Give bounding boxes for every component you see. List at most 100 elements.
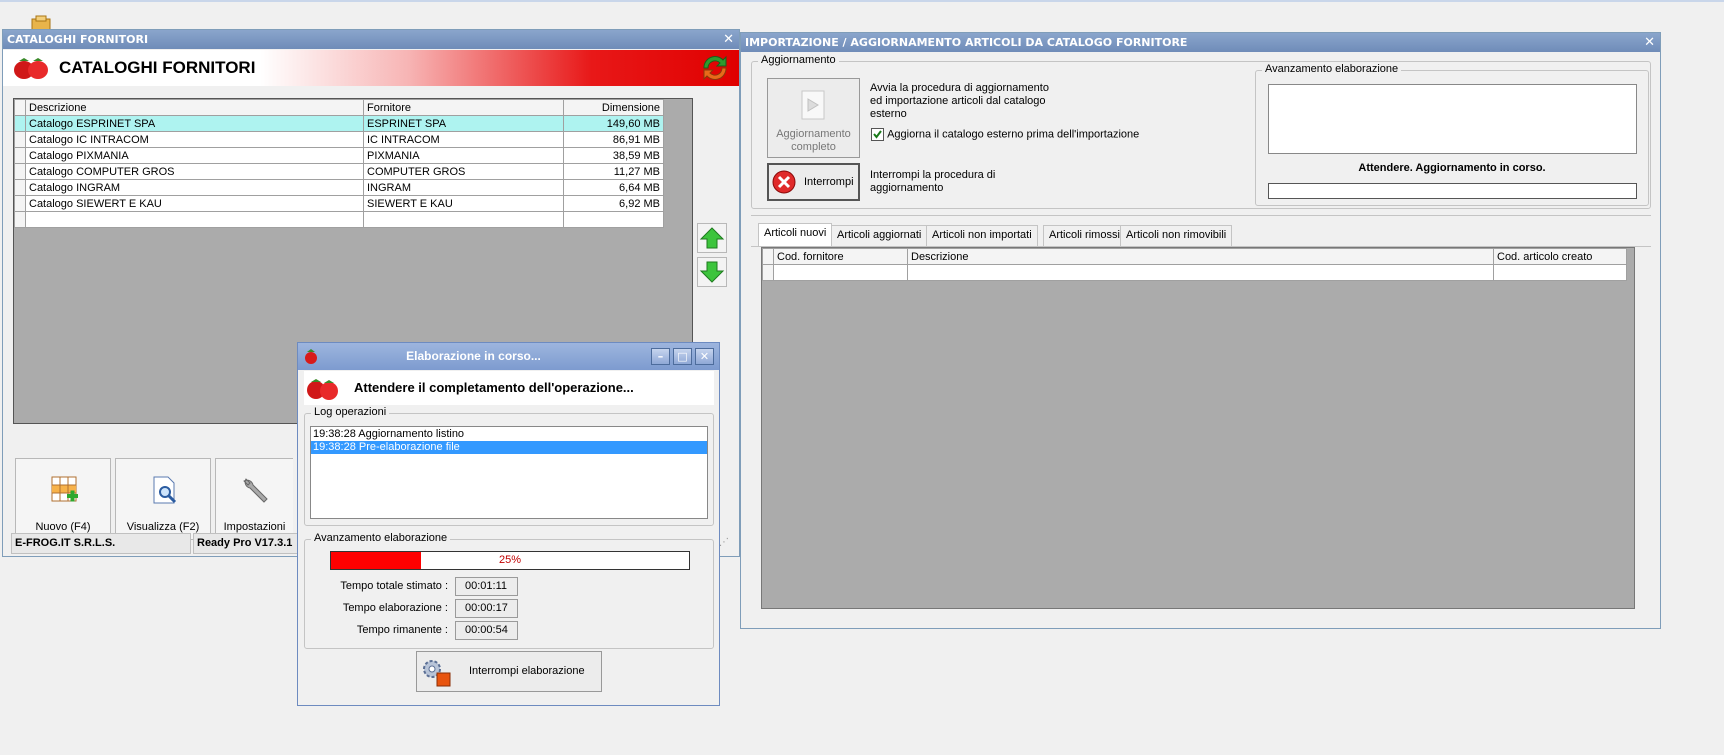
articoli-grid[interactable]: Cod. fornitore Descrizione Cod. articolo…: [761, 247, 1635, 609]
strawberry-icon: [307, 379, 338, 400]
table-row[interactable]: Catalogo INGRAM INGRAM 6,64 MB: [14, 179, 664, 196]
row-header: [14, 115, 26, 132]
importazione-window: IMPORTAZIONE / AGGIORNAMENTO ARTICOLI DA…: [740, 32, 1661, 629]
row-header: [14, 195, 26, 212]
column-header-cod-articolo[interactable]: Cod. articolo creato: [1493, 248, 1627, 265]
cell-fornitore: INGRAM: [363, 179, 564, 196]
aggiornamento-group: Aggiornamento Aggiornamento completo Avv…: [751, 54, 1651, 209]
tab-articoli-nuovi[interactable]: Articoli nuovi: [758, 223, 833, 246]
status-version: Ready Pro V17.3.1: [193, 533, 303, 554]
table-row[interactable]: Catalogo ESPRINET SPA ESPRINET SPA 149,6…: [14, 115, 664, 132]
group-label: Log operazioni: [311, 406, 390, 418]
window-titlebar[interactable]: CATALOGHI FORNITORI ✕: [3, 30, 739, 49]
minimize-icon[interactable]: –: [651, 348, 670, 365]
cell-fornitore: PIXMANIA: [363, 147, 564, 164]
tab-articoli-aggiornati[interactable]: Articoli aggiornati: [831, 225, 928, 246]
progress-bar: 25%: [330, 551, 690, 570]
arrow-up-icon: [699, 227, 725, 249]
row-header: [14, 211, 26, 228]
column-header-descrizione[interactable]: Descrizione: [25, 99, 364, 116]
tab-articoli-non-importati[interactable]: Articoli non importati: [926, 225, 1038, 246]
nuovo-button[interactable]: Nuovo (F4): [15, 458, 111, 540]
window-title: CATALOGHI FORNITORI: [7, 33, 149, 46]
checkbox-box[interactable]: [871, 128, 884, 141]
catalog-table: Descrizione Fornitore Dimensione Catalog…: [14, 99, 664, 228]
interrompi-button[interactable]: Interrompi: [767, 163, 860, 201]
divider: [751, 215, 1651, 216]
close-icon[interactable]: ✕: [1644, 33, 1655, 52]
row-header: [14, 163, 26, 180]
interrompi-label: Interrompi: [804, 176, 854, 188]
cell-descrizione: Catalogo COMPUTER GROS: [25, 163, 364, 180]
window-titlebar[interactable]: IMPORTAZIONE / AGGIORNAMENTO ARTICOLI DA…: [741, 33, 1660, 52]
interrompi-description: Interrompi la procedura di aggiornamento: [870, 169, 996, 194]
table-row[interactable]: Catalogo SIEWERT E KAU SIEWERT E KAU 6,9…: [14, 195, 664, 212]
column-header-dimensione[interactable]: Dimensione: [563, 99, 664, 116]
column-header-cod-fornitore[interactable]: Cod. fornitore: [773, 248, 908, 265]
log-item[interactable]: 19:38:28 Aggiornamento listino: [313, 428, 707, 441]
cell-dimensione: 86,91 MB: [563, 131, 664, 148]
cell-empty: [563, 211, 664, 228]
table-row[interactable]: Catalogo IC INTRACOM IC INTRACOM 86,91 M…: [14, 131, 664, 148]
close-icon[interactable]: ✕: [723, 30, 734, 49]
impostazioni-button[interactable]: Impostazioni: [215, 458, 293, 540]
column-header-descrizione[interactable]: Descrizione: [907, 248, 1494, 265]
avanzamento-group: Avanzamento elaborazione 25% Tempo total…: [304, 532, 714, 649]
cell-descrizione: Catalogo PIXMANIA: [25, 147, 364, 164]
visualizza-label: Visualizza (F2): [126, 521, 200, 533]
articoli-table: Cod. fornitore Descrizione Cod. articolo…: [762, 248, 1627, 281]
group-label: Aggiornamento: [758, 54, 839, 66]
group-label: Avanzamento elaborazione: [1262, 63, 1402, 75]
move-down-button[interactable]: [697, 257, 727, 287]
tempo-totale-value: 00:01:11: [455, 577, 518, 596]
tab-articoli-non-rimovibili[interactable]: Articoli non rimovibili: [1120, 225, 1233, 246]
table-row-empty[interactable]: [762, 264, 1627, 281]
interrompi-elaborazione-button[interactable]: Interrompi elaborazione: [416, 651, 602, 692]
tempo-rimanente-label: Tempo rimanente :: [356, 624, 448, 636]
cell-empty: [773, 264, 908, 281]
cell-empty: [363, 211, 564, 228]
status-company: E-FROG.IT S.R.L.S.: [11, 533, 191, 554]
cell-fornitore: IC INTRACOM: [363, 131, 564, 148]
tempo-elaborazione-value: 00:00:17: [455, 599, 518, 618]
resize-grip-icon[interactable]: ⋰: [719, 537, 729, 548]
row-header: [762, 264, 774, 281]
dialog-message: Attendere il completamento dell'operazio…: [354, 380, 634, 395]
aggiorna-checkbox[interactable]: Aggiorna il catalogo esterno prima dell'…: [871, 128, 1139, 141]
dialog-titlebar[interactable]: Elaborazione in corso... – □ ✕: [298, 343, 719, 370]
tab-articoli-rimossi[interactable]: Articoli rimossi: [1043, 225, 1126, 246]
row-header: [14, 131, 26, 148]
cell-dimensione: 6,92 MB: [563, 195, 664, 212]
progress-bar: [1268, 183, 1637, 199]
page-title: CATALOGHI FORNITORI: [59, 58, 256, 77]
cell-dimensione: 11,27 MB: [563, 163, 664, 180]
cell-fornitore: COMPUTER GROS: [363, 163, 564, 180]
row-header-corner: [762, 248, 774, 265]
aggiornamento-completo-button[interactable]: Aggiornamento completo: [767, 78, 860, 158]
refresh-icon[interactable]: [699, 53, 731, 86]
aggiornamento-description: Avvia la procedura di aggiornamento ed i…: [870, 82, 1049, 120]
log-group: Log operazioni 19:38:28 Aggiornamento li…: [304, 406, 714, 526]
move-up-button[interactable]: [697, 223, 727, 253]
avanzamento-group: Avanzamento elaborazione Attendere. Aggi…: [1255, 63, 1649, 206]
log-list[interactable]: 19:38:28 Aggiornamento listino 19:38:28 …: [310, 426, 708, 519]
table-row[interactable]: Catalogo PIXMANIA PIXMANIA 38,59 MB: [14, 147, 664, 164]
table-row[interactable]: Catalogo COMPUTER GROS COMPUTER GROS 11,…: [14, 163, 664, 180]
group-label: Avanzamento elaborazione: [311, 532, 451, 544]
row-header-corner: [14, 99, 26, 116]
table-row-empty[interactable]: [14, 211, 664, 228]
nuovo-label: Nuovo (F4): [35, 521, 91, 533]
gears-stop-icon: [423, 660, 451, 687]
log-box[interactable]: [1268, 84, 1637, 154]
log-item-selected[interactable]: 19:38:28 Pre-elaborazione file: [311, 441, 707, 454]
visualizza-button[interactable]: Visualizza (F2): [115, 458, 211, 540]
maximize-icon[interactable]: □: [673, 348, 692, 365]
cell-descrizione: Catalogo IC INTRACOM: [25, 131, 364, 148]
column-header-fornitore[interactable]: Fornitore: [363, 99, 564, 116]
cell-dimensione: 6,64 MB: [563, 179, 664, 196]
elaborazione-dialog: Elaborazione in corso... – □ ✕ Attendere…: [297, 342, 720, 706]
close-icon[interactable]: ✕: [695, 348, 714, 365]
stop-icon: [772, 170, 796, 194]
check-icon: [873, 130, 882, 139]
cell-empty: [1493, 264, 1627, 281]
